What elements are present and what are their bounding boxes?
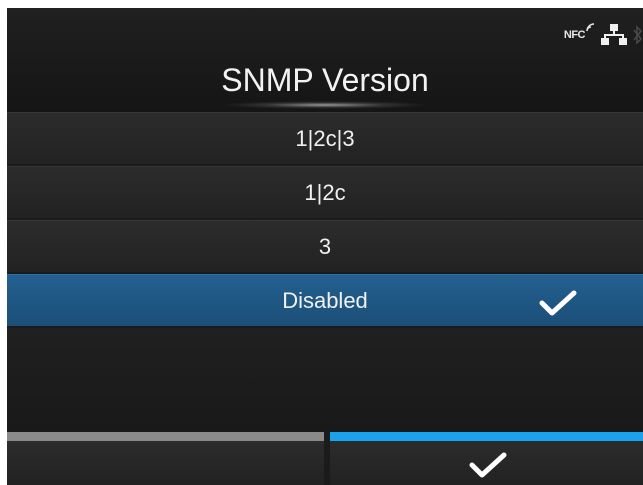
option-3[interactable]: 3 [7, 220, 643, 272]
selected-check-icon [539, 290, 577, 316]
nfc-waves-icon [586, 23, 595, 32]
printer-screen: NFC SNMP Version 1|2c|3 1|2c 3 Disabled [7, 8, 643, 485]
nfc-icon: NFC [563, 23, 595, 41]
header: NFC SNMP Version [7, 8, 643, 112]
empty-list-area [7, 328, 643, 432]
check-icon [469, 452, 507, 478]
title-underline-glow [221, 101, 429, 109]
option-disabled[interactable]: Disabled [7, 274, 643, 326]
page-title: SNMP Version [221, 62, 429, 98]
option-label: 1|2c [304, 179, 346, 205]
back-button[interactable] [7, 432, 324, 485]
option-list: 1|2c|3 1|2c 3 Disabled [7, 112, 643, 328]
confirm-button[interactable] [330, 432, 643, 485]
option-1-2c-3[interactable]: 1|2c|3 [7, 112, 643, 164]
option-label: Disabled [282, 287, 368, 313]
status-icons: NFC [564, 22, 643, 48]
option-label: 3 [318, 233, 332, 259]
bluetooth-icon [633, 25, 642, 45]
option-1-2c[interactable]: 1|2c [7, 166, 643, 218]
back-button-indicator [7, 432, 324, 441]
nfc-label: NFC [563, 29, 586, 41]
wired-lan-icon [601, 24, 627, 45]
confirm-button-indicator [330, 432, 643, 441]
option-label: 1|2c|3 [295, 125, 355, 151]
